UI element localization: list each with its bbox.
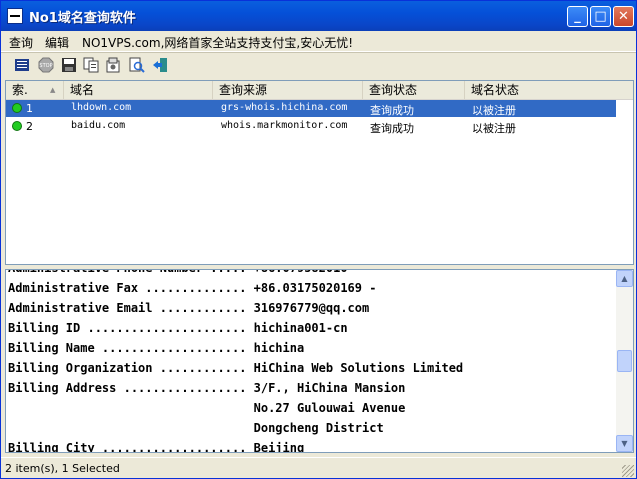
row-source: whois.markmonitor.com <box>221 120 348 131</box>
whois-line: Billing City .................... Beijin… <box>8 441 305 453</box>
stop-icon[interactable]: STOP <box>38 57 54 73</box>
title-bar[interactable]: No1域名查询软件 _ □ ✕ <box>1 1 636 31</box>
scroll-up-button[interactable]: ▲ <box>616 270 633 287</box>
app-window: No1域名查询软件 _ □ ✕ 查询 编辑 NO1VPS.com,网络首家全站支… <box>0 0 637 479</box>
status-text: 2 item(s), 1 Selected <box>5 462 120 475</box>
row-query-status: 查询成功 <box>370 122 414 135</box>
whois-line: Administrative Phone Number ..... +86.07… <box>8 270 613 278</box>
menu-query[interactable]: 查询 <box>9 34 33 51</box>
column-domain[interactable]: 域名 <box>64 81 213 99</box>
row-query-status: 查询成功 <box>370 104 414 117</box>
app-icon[interactable] <box>7 8 23 24</box>
whois-text: Administrative Phone Number ..... +86.07… <box>8 270 613 453</box>
column-index-label: 索. <box>12 83 28 97</box>
whois-line: No.27 Gulouwai Avenue <box>8 401 406 415</box>
row-domain: lhdown.com <box>71 102 132 113</box>
minimize-button[interactable]: _ <box>567 6 588 27</box>
status-ok-icon <box>12 121 22 131</box>
sort-arrow-icon: ▲ <box>50 86 56 94</box>
scroll-thumb[interactable] <box>617 350 632 372</box>
column-query-status[interactable]: 查询状态 <box>363 81 465 99</box>
whois-line: Billing ID ...................... hichin… <box>8 321 348 335</box>
whois-line: Billing Organization ............ HiChin… <box>8 361 464 375</box>
table-row[interactable]: 2 baidu.com whois.markmonitor.com 查询成功 以… <box>6 118 616 135</box>
domain-list[interactable]: 索. ▲ 域名 查询来源 查询状态 域名状态 1 lhdown.com grs-… <box>5 80 634 265</box>
row-index: 2 <box>26 120 33 133</box>
menu-bar: 查询 编辑 NO1VPS.com,网络首家全站支持支付宝,安心无忧! <box>1 31 636 52</box>
resize-grip-icon[interactable] <box>622 465 634 477</box>
list-header: 索. ▲ 域名 查询来源 查询状态 域名状态 <box>6 81 633 100</box>
column-source[interactable]: 查询来源 <box>213 81 363 99</box>
scroll-down-button[interactable]: ▼ <box>616 435 633 452</box>
close-button[interactable]: ✕ <box>613 6 634 27</box>
table-row[interactable]: 1 lhdown.com grs-whois.hichina.com 查询成功 … <box>6 100 616 117</box>
whois-line: Billing Address ................. 3/F., … <box>8 381 406 395</box>
row-index: 1 <box>26 102 33 115</box>
find-icon[interactable] <box>129 57 145 73</box>
svg-text:STOP: STOP <box>39 63 52 69</box>
menu-edit[interactable]: 编辑 <box>45 34 69 51</box>
exit-icon[interactable] <box>152 57 168 73</box>
row-source: grs-whois.hichina.com <box>221 102 348 113</box>
properties-icon[interactable] <box>105 57 121 73</box>
status-ok-icon <box>12 103 22 113</box>
whois-line: Dongcheng District <box>8 421 384 435</box>
toolbar: STOP <box>1 52 636 77</box>
maximize-button[interactable]: □ <box>590 6 611 27</box>
status-bar: 2 item(s), 1 Selected <box>1 457 636 479</box>
window-title: No1域名查询软件 <box>29 11 136 26</box>
copy-icon[interactable] <box>83 57 99 73</box>
row-domain-status: 以被注册 <box>472 122 516 135</box>
whois-text-area[interactable]: Administrative Phone Number ..... +86.07… <box>5 269 634 453</box>
whois-line: Administrative Fax .............. +86.03… <box>8 281 377 295</box>
list-icon[interactable] <box>14 57 30 73</box>
row-domain: baidu.com <box>71 120 126 131</box>
column-index[interactable]: 索. ▲ <box>6 81 64 99</box>
whois-line: Billing Name .................... hichin… <box>8 341 305 355</box>
save-icon[interactable] <box>61 57 77 73</box>
whois-line: Administrative Email ............ 316976… <box>8 301 370 315</box>
column-domain-status[interactable]: 域名状态 <box>465 81 633 99</box>
vertical-scrollbar[interactable]: ▲ ▼ <box>616 270 633 452</box>
row-domain-status: 以被注册 <box>472 104 516 117</box>
menu-ad-link[interactable]: NO1VPS.com,网络首家全站支持支付宝,安心无忧! <box>82 34 353 51</box>
